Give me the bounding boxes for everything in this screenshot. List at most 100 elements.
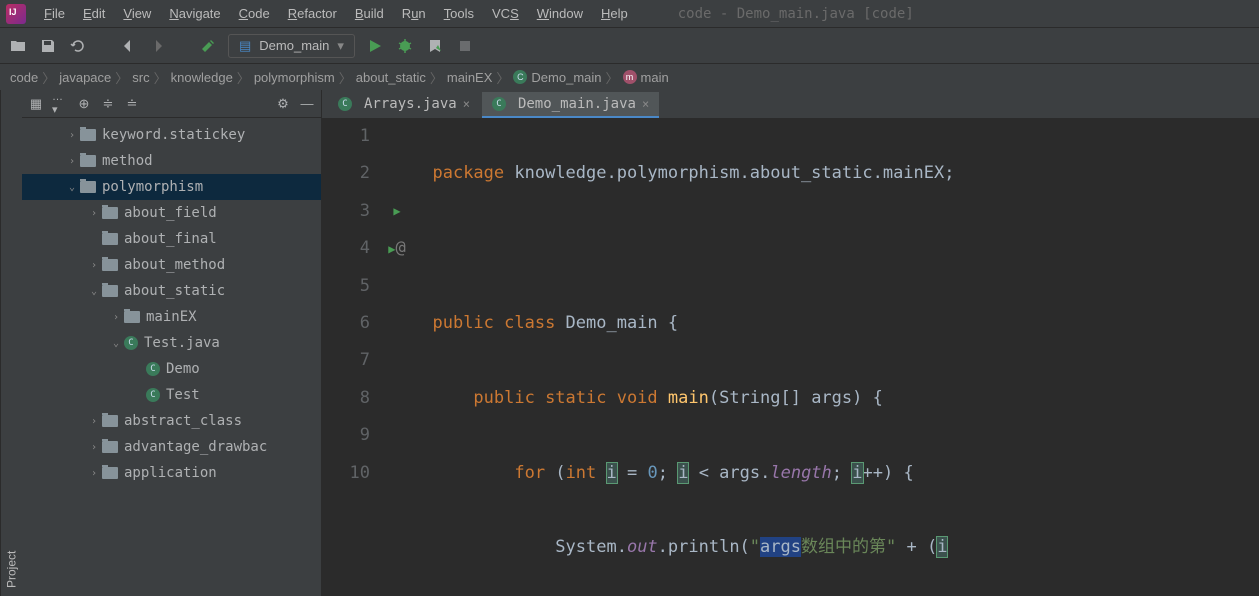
tree-node[interactable]: ›method [22,148,321,174]
run-gutter-icon[interactable]: ▶ [388,236,395,262]
tree-arrow-icon[interactable]: ⌄ [86,286,102,297]
crumb-about-static[interactable]: about_static [356,70,426,85]
gear-icon[interactable]: ⚙ [275,96,291,112]
tree-arrow-icon[interactable]: › [108,312,124,323]
hide-icon[interactable]: — [299,96,315,112]
toolbar: ▤ Demo_main ▾ [0,28,1259,64]
menu-navigate[interactable]: Navigate [161,3,228,24]
editor-tabs: C Arrays.java × C Demo_main.java × [322,90,1259,118]
debug-icon[interactable] [395,36,415,56]
class-icon: C [124,336,138,350]
crumb-polymorphism[interactable]: polymorphism [254,70,335,85]
project-tool-tab[interactable]: Project [0,90,22,596]
menu-refactor[interactable]: Refactor [280,3,345,24]
tree-node[interactable]: ⌄CTest.java [22,330,321,356]
breadcrumb: code〉 javapace〉 src〉 knowledge〉 polymorp… [0,64,1259,90]
expand-icon[interactable]: ≑ [100,96,116,112]
folder-icon [102,285,118,297]
tree-node[interactable]: › advantage_drawbac [22,434,321,460]
coverage-icon[interactable] [425,36,445,56]
crumb-method[interactable]: mmain [623,70,669,85]
code-lines[interactable]: package knowledge.polymorphism.about_sta… [412,118,1259,596]
project-view-icon[interactable]: ▦ [28,96,44,112]
stop-icon[interactable] [455,36,475,56]
tree-label: about_field [124,205,217,221]
app-icon [6,4,26,24]
crumb-javapace[interactable]: javapace [59,70,111,85]
collapse-icon[interactable]: ≐ [124,96,140,112]
run-gutter-icon[interactable]: ▶ [393,198,400,224]
project-tree[interactable]: ›keyword.statickey›method⌄polymorphism›a… [22,118,321,596]
folder-icon [102,259,118,271]
crumb-mainex[interactable]: mainEX [447,70,493,85]
crumb-class[interactable]: CDemo_main [513,70,601,85]
tree-node[interactable]: › about_method [22,252,321,278]
tree-arrow-icon[interactable]: › [86,468,102,479]
menu-view[interactable]: View [115,3,159,24]
tree-arrow-icon[interactable]: › [86,416,102,427]
tree-node[interactable]: about_final [22,226,321,252]
tree-label: about_static [124,283,225,299]
crumb-src[interactable]: src [132,70,149,85]
tree-node[interactable]: ⌄ about_static [22,278,321,304]
run-icon[interactable] [365,36,385,56]
crumb-knowledge[interactable]: knowledge [171,70,233,85]
folder-icon [80,155,96,167]
tree-node[interactable]: ⌄polymorphism [22,174,321,200]
tab-demo-main[interactable]: C Demo_main.java × [482,92,659,118]
class-icon: C [338,97,352,111]
run-marks: ▶ ▶ @ [382,118,412,596]
back-icon[interactable] [118,36,138,56]
editor-area: C Arrays.java × C Demo_main.java × 12345… [322,90,1259,596]
tree-label: mainEX [146,309,197,325]
folder-icon [124,311,140,323]
tree-node[interactable]: CTest [22,382,321,408]
menu-run[interactable]: Run [394,3,434,24]
close-icon[interactable]: × [642,97,649,111]
folder-icon [80,181,96,193]
menu-window[interactable]: Window [529,3,591,24]
tree-arrow-icon[interactable]: ⌄ [108,338,124,349]
open-icon[interactable] [8,36,28,56]
class-icon: C [146,388,160,402]
class-icon: C [492,97,506,111]
run-config-selector[interactable]: ▤ Demo_main ▾ [228,34,355,58]
menu-tools[interactable]: Tools [436,3,482,24]
tree-node[interactable]: › about_field [22,200,321,226]
folder-icon [102,467,118,479]
tree-label: about_method [124,257,225,273]
tree-label: advantage_drawbac [124,439,267,455]
window-title: code - Demo_main.java [code] [678,6,914,22]
tree-node[interactable]: ›application [22,460,321,486]
tree-arrow-icon[interactable]: › [64,156,80,167]
menu-file[interactable]: File [36,3,73,24]
tree-arrow-icon[interactable]: › [86,208,102,219]
tree-node[interactable]: ›abstract_class [22,408,321,434]
tab-label: Arrays.java [364,96,457,112]
tree-arrow-icon[interactable]: ⌄ [64,182,80,193]
menu-build[interactable]: Build [347,3,392,24]
forward-icon[interactable] [148,36,168,56]
folder-icon [102,233,118,245]
save-icon[interactable] [38,36,58,56]
tree-node[interactable]: CDemo [22,356,321,382]
menu-edit[interactable]: Edit [75,3,113,24]
tree-node[interactable]: › mainEX [22,304,321,330]
tree-arrow-icon[interactable]: › [86,442,102,453]
tab-arrays[interactable]: C Arrays.java × [328,92,480,118]
crumb-code[interactable]: code [10,70,38,85]
tree-arrow-icon[interactable]: › [86,260,102,271]
tree-arrow-icon[interactable]: › [64,130,80,141]
panel-toolbar: ▦ …▾ ⊕ ≑ ≐ ⚙ — [22,90,321,118]
menu-code[interactable]: Code [231,3,278,24]
menu-vcs[interactable]: VCS [484,3,527,24]
build-icon[interactable] [198,36,218,56]
menu-help[interactable]: Help [593,3,636,24]
close-icon[interactable]: × [463,97,470,111]
tree-label: keyword.statickey [102,127,245,143]
refresh-icon[interactable] [68,36,88,56]
locate-icon[interactable]: ⊕ [76,96,92,112]
tree-node[interactable]: › keyword.statickey [22,122,321,148]
panel-dots[interactable]: …▾ [52,96,68,112]
code-editor[interactable]: 12345678910 ▶ ▶ @ package knowledge.poly… [322,118,1259,596]
